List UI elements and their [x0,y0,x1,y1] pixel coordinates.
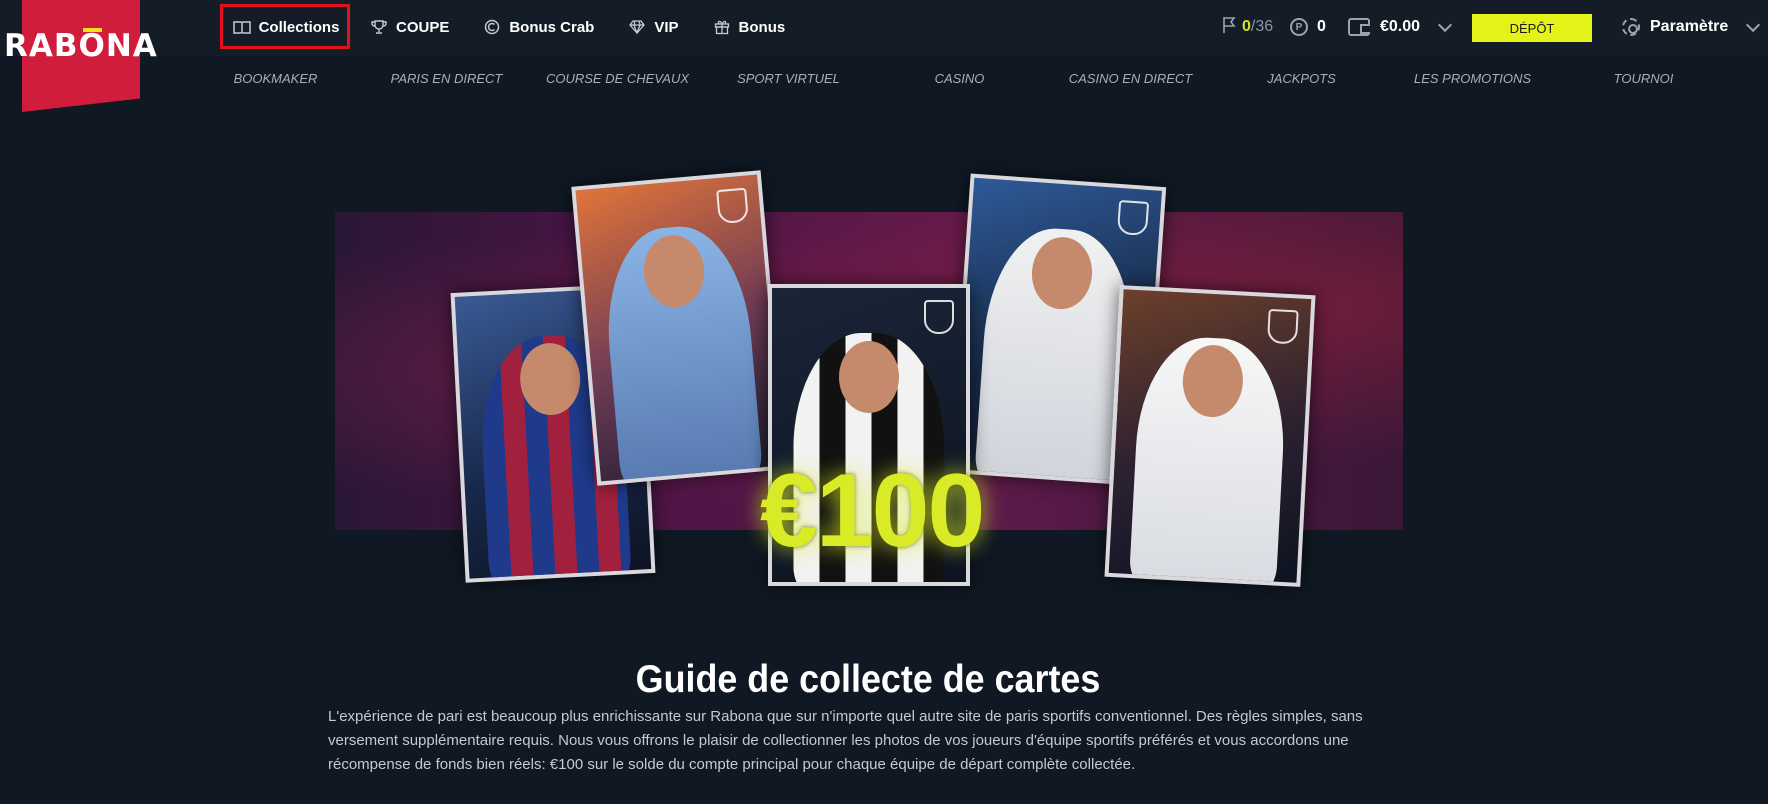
nav-jackpots[interactable]: JACKPOTS [1216,56,1387,100]
level-current: 0 [1242,18,1251,35]
nav-bookmaker[interactable]: BOOKMAKER [190,56,361,100]
tab-coupe-label: COUPE [396,18,450,36]
deposit-button[interactable]: DÉPÔT [1472,14,1592,42]
diamond-icon [628,19,646,35]
club-crest-icon [1116,199,1150,236]
tab-bonus[interactable]: Bonus [699,11,800,43]
wallet-icon [1348,18,1370,36]
guide-description: L'expérience de pari est beaucoup plus e… [328,708,1363,773]
coin-icon [483,19,501,35]
logo[interactable]: RABONA [4,28,158,64]
tab-vip-label: VIP [654,18,679,36]
club-crest-icon [716,187,749,225]
tab-bonus-crab-label: Bonus Crab [509,18,595,36]
gift-icon [713,19,731,35]
settings-dropdown[interactable]: Paramètre [1622,12,1761,42]
player-card [571,170,787,486]
nav-les-promotions[interactable]: LES PROMOTIONS [1387,56,1558,100]
site-header: RABONA Collections COUPE Bonus Crab VIP [0,0,1768,112]
prize-amount: €100 [760,453,985,569]
nav-paris-en-direct[interactable]: PARIS EN DIRECT [361,56,532,100]
balance-value: €0.00 [1380,18,1421,35]
chevron-down-icon [1437,17,1453,32]
player-card [1104,285,1316,587]
tab-bonus-crab[interactable]: Bonus Crab [469,11,608,43]
book-icon [232,19,251,35]
level-total: /36 [1250,18,1274,35]
level-counter[interactable]: 0/36 [1222,12,1273,42]
balance-dropdown[interactable]: €0.00 [1348,12,1453,42]
logo-o-mark: O [78,28,106,64]
club-crest-icon [1266,308,1299,345]
points-value: 0 [1317,18,1326,35]
tab-vip[interactable]: VIP [614,11,692,43]
nav-casino[interactable]: CASINO [874,56,1045,100]
tab-bonus-label: Bonus [738,18,786,36]
nav-tournoi[interactable]: TOURNOI [1558,56,1729,100]
chevron-down-icon [1746,17,1761,32]
page-title: Guide de collecte de cartes [635,658,1101,702]
club-crest-icon [924,300,954,334]
main-nav: BOOKMAKER PARIS EN DIRECT COURSE DE CHEV… [190,56,1729,100]
top-tabs: Collections COUPE Bonus Crab VIP Bonus [222,11,799,43]
player-head [839,340,899,413]
tab-collections[interactable]: Collections [222,11,350,43]
nav-casino-en-direct[interactable]: CASINO EN DIRECT [1045,56,1216,100]
nav-course-de-chevaux[interactable]: COURSE DE CHEVAUX [532,56,703,100]
flag-icon [1222,16,1236,39]
nav-sport-virtuel[interactable]: SPORT VIRTUEL [703,56,874,100]
tab-coupe[interactable]: COUPE [356,11,463,43]
gear-icon [1622,18,1640,36]
points-icon: P [1290,18,1308,36]
tab-collections-label: Collections [258,18,340,36]
points-counter[interactable]: P 0 [1290,12,1326,42]
trophy-icon [370,19,388,35]
settings-label: Paramètre [1650,18,1729,35]
